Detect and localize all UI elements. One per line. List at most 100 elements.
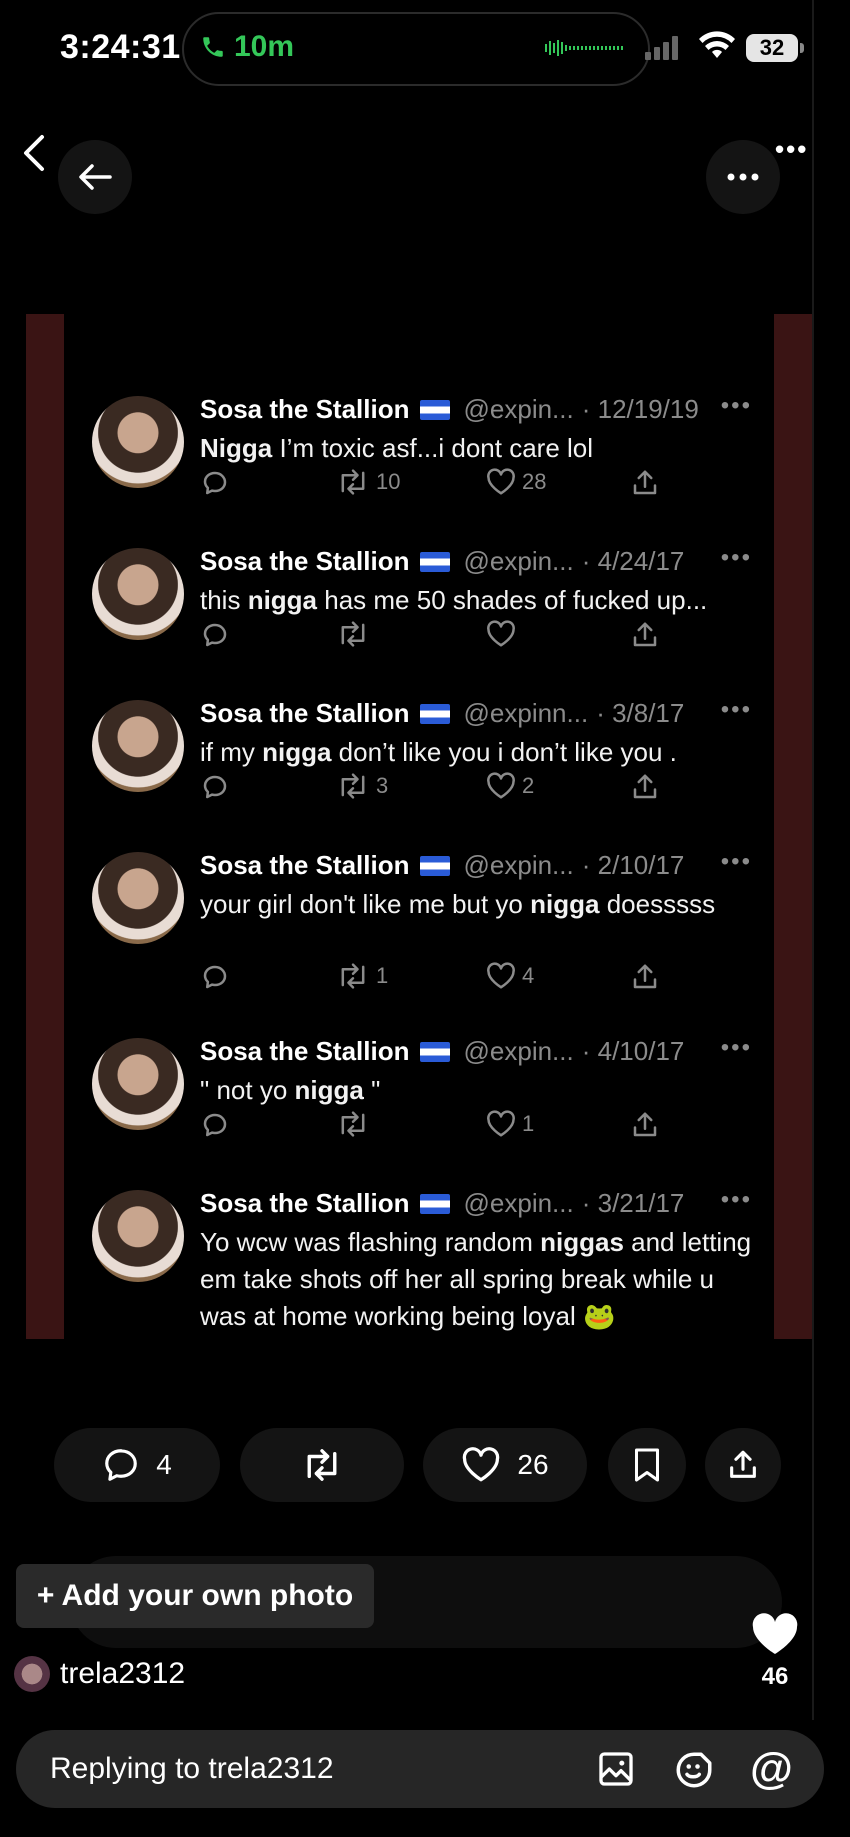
comment-author[interactable]: trela2312 — [14, 1656, 185, 1692]
share-icon[interactable] — [630, 772, 660, 802]
like-count: 26 — [517, 1449, 549, 1480]
heart-icon[interactable] — [486, 620, 522, 648]
sticker-icon[interactable] — [673, 1749, 715, 1791]
tweet-header: Sosa the Stallion @expin... · 3/21/17 — [200, 1188, 684, 1219]
reaction-like[interactable]: 46 — [748, 1612, 802, 1691]
share-icon[interactable] — [630, 468, 660, 498]
tweet-date: · 3/21/17 — [581, 1188, 685, 1218]
retweet-count: 1 — [376, 963, 389, 988]
tweet[interactable]: Sosa the Stallion @expin... · 4/24/17 ••… — [92, 544, 752, 678]
heart-icon[interactable]: 28 — [486, 468, 546, 496]
gallery-icon[interactable] — [596, 1749, 636, 1789]
heart-icon[interactable]: 4 — [486, 962, 534, 990]
tweet[interactable]: Sosa the Stallion @expin... · 4/10/17 ••… — [92, 1034, 752, 1168]
back-chevron-icon[interactable] — [18, 130, 48, 184]
status-time: 3:24:31 — [60, 28, 181, 66]
tweet-more-icon[interactable]: ••• — [721, 696, 752, 724]
tweet-text-bold: nigga — [262, 737, 332, 767]
reply-icon[interactable] — [200, 962, 236, 992]
reply-icon[interactable] — [200, 1110, 236, 1140]
tweet-more-icon[interactable]: ••• — [721, 848, 752, 876]
tweet-more-icon[interactable]: ••• — [721, 544, 752, 572]
comment-button[interactable]: 4 — [54, 1428, 220, 1502]
share-icon[interactable] — [630, 1110, 660, 1140]
display-name: Sosa the Stallion — [200, 698, 410, 728]
retweet-count: 3 — [376, 773, 389, 798]
avatar — [92, 1190, 184, 1282]
tweet-more-icon[interactable]: ••• — [721, 392, 752, 420]
retweet-count: 10 — [376, 469, 401, 494]
tweet[interactable]: Sosa the Stallion @expin... · 12/19/19 •… — [92, 392, 752, 526]
battery-cap — [800, 43, 804, 53]
avatar — [92, 396, 184, 488]
tweet-text: your girl don't like me but yo nigga doe… — [200, 886, 760, 923]
share-icon[interactable] — [630, 620, 660, 650]
retweet-icon[interactable] — [336, 620, 376, 648]
tweet-actions: 10 28 — [200, 468, 720, 502]
flag-icon — [419, 855, 450, 876]
tweet-more-icon[interactable]: ••• — [721, 1186, 752, 1214]
avatar — [92, 700, 184, 792]
heart-filled-icon — [752, 1613, 798, 1654]
tweet-date: · 3/8/17 — [596, 698, 685, 728]
flag-icon — [419, 1193, 450, 1214]
tweet[interactable]: Sosa the Stallion @expin... · 3/21/17 ••… — [92, 1186, 752, 1331]
back-button[interactable] — [58, 140, 132, 214]
like-count: 1 — [522, 1111, 535, 1136]
tweet-date: · 2/10/17 — [581, 850, 685, 880]
tweet-text: if my nigga don’t like you i don’t like … — [200, 734, 760, 771]
handle: @expin... — [463, 1188, 574, 1218]
reply-icon[interactable] — [200, 772, 236, 802]
back-arrow-icon — [79, 164, 112, 190]
tweet-text-bold: niggas — [540, 1227, 624, 1257]
tweet-text-part: don’t like you i don’t like you . — [331, 737, 677, 767]
call-indicator[interactable]: 10m — [200, 30, 294, 64]
tweet-actions: 1 4 — [200, 962, 720, 996]
tweet-text-part: " not yo — [200, 1075, 295, 1105]
retweet-icon[interactable]: 10 — [336, 468, 400, 496]
handle: @expin... — [463, 1036, 574, 1066]
bookmark-button[interactable] — [608, 1428, 686, 1502]
phone-icon — [203, 37, 223, 57]
tweet[interactable]: Sosa the Stallion @expin... · 2/10/17 ••… — [92, 848, 752, 989]
share-icon — [730, 1450, 756, 1478]
tweet[interactable]: Sosa the Stallion @expinn... · 3/8/17 ••… — [92, 696, 752, 830]
tweet-actions — [200, 620, 720, 654]
tweet-text-part: " — [363, 1075, 381, 1105]
share-icon[interactable] — [630, 962, 660, 992]
tweet-text-part: doesssss — [599, 889, 716, 919]
handle: @expinn... — [463, 698, 589, 728]
tweet-text: Nigga I’m toxic asf...i dont care lol — [200, 430, 760, 467]
tweet-text-bold: nigga — [530, 889, 600, 919]
tweet-text-part: this — [200, 585, 248, 615]
tweet-text-part: I’m toxic asf...i dont care lol — [272, 433, 594, 463]
retweet-icon[interactable]: 1 — [336, 962, 388, 990]
reply-icon[interactable] — [200, 468, 236, 498]
more-button[interactable] — [706, 140, 780, 214]
reaction-like-count: 46 — [761, 1663, 789, 1690]
repost-button[interactable] — [240, 1428, 404, 1502]
handle: @expin... — [463, 546, 574, 576]
like-button[interactable]: 26 — [423, 1428, 587, 1502]
handle: @expin... — [463, 850, 574, 880]
tweet-text-bold: nigga — [294, 1075, 364, 1105]
tweet-more-icon[interactable]: ••• — [721, 1034, 752, 1062]
avatar — [92, 1038, 184, 1130]
retweet-icon[interactable]: 3 — [336, 772, 388, 800]
display-name: Sosa the Stallion — [200, 546, 410, 576]
display-name: Sosa the Stallion — [200, 1036, 410, 1066]
tweet-text-bold: nigga — [247, 585, 318, 615]
top-more-icon[interactable]: ••• — [775, 134, 808, 165]
share-button[interactable] — [705, 1428, 781, 1502]
mention-icon[interactable]: @ — [750, 1744, 793, 1794]
tweet-text-part: Yo wcw was flashing random — [200, 1227, 541, 1257]
add-photo-button[interactable]: + Add your own photo — [16, 1564, 374, 1628]
heart-icon[interactable]: 2 — [486, 772, 534, 800]
retweet-icon[interactable] — [336, 1110, 376, 1138]
cellular-signal-icon — [645, 36, 678, 60]
reply-icon[interactable] — [200, 620, 236, 650]
audio-wave-icon — [545, 40, 625, 56]
comment-icon — [105, 1449, 138, 1481]
tweet-header: Sosa the Stallion @expin... · 12/19/19 — [200, 394, 699, 425]
heart-icon[interactable]: 1 — [486, 1110, 534, 1138]
